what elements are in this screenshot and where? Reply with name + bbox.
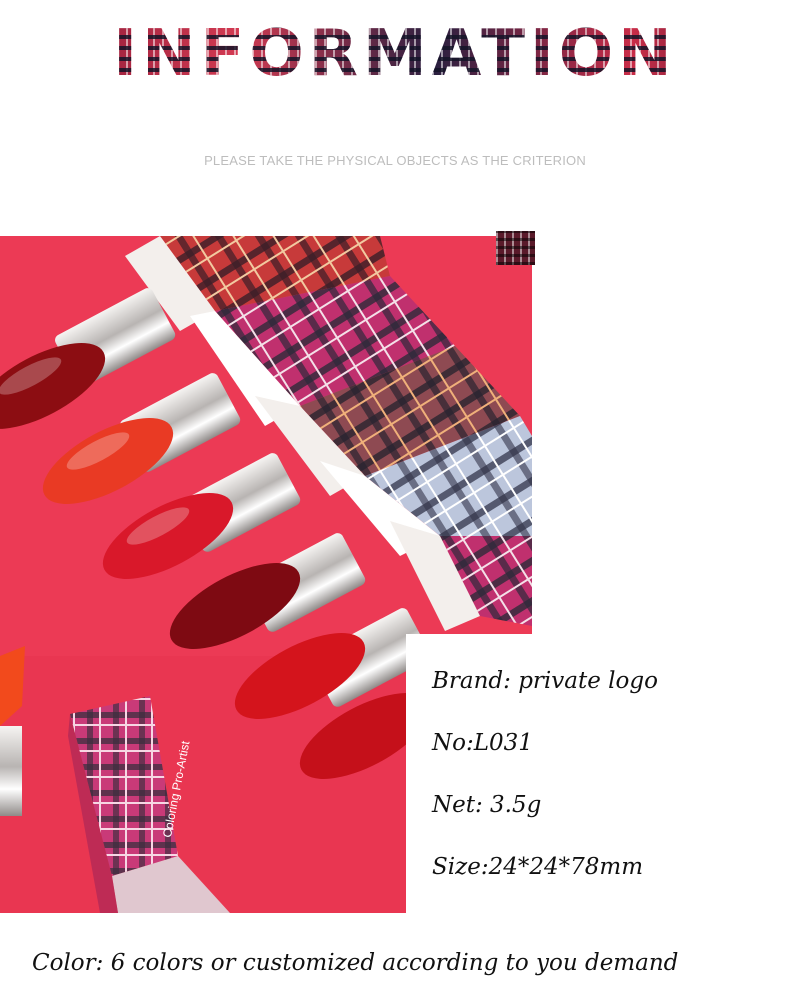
spec-color: Color: 6 colors or customized according … — [32, 950, 679, 976]
plaid-corner — [496, 231, 535, 265]
spec-size: Size:24*24*78mm — [432, 854, 644, 880]
page-subtitle: PLEASE TAKE THE PHYSICAL OBJECTS AS THE … — [204, 153, 586, 168]
spec-number: No:L031 — [432, 730, 533, 756]
spec-brand: Brand: private logo — [432, 668, 658, 694]
spec-net: Net: 3.5g — [432, 792, 542, 818]
page-title: INFORMATION — [0, 14, 790, 94]
